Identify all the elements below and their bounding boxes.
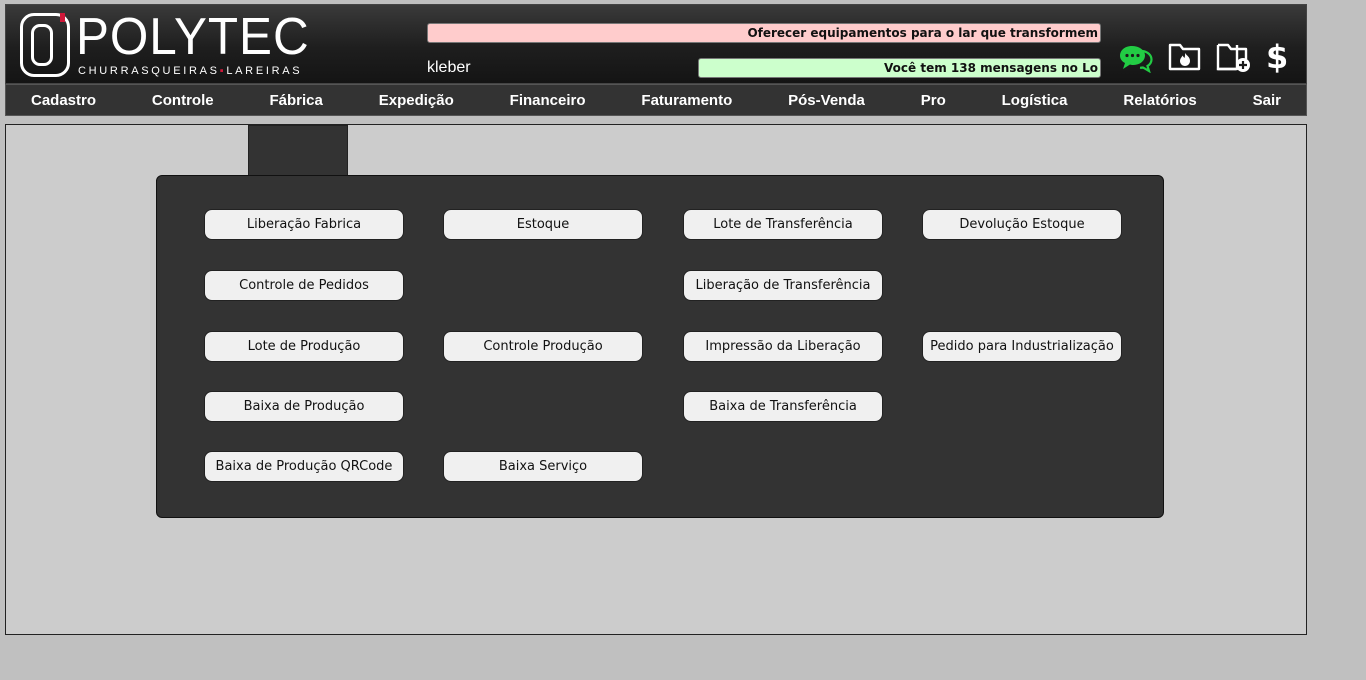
lote-producao-button[interactable]: Lote de Produção xyxy=(204,331,404,362)
nav-item-relatorios[interactable]: Relatórios xyxy=(1123,92,1196,109)
baixa-transferencia-button[interactable]: Baixa de Transferência xyxy=(683,391,883,422)
main-nav: Cadastro Controle Fábrica Expedição Fina… xyxy=(5,84,1307,116)
mission-ticker: Oferecer equipamentos para o lar que tra… xyxy=(427,23,1101,43)
baixa-producao-qrcode-button[interactable]: Baixa de Produção QRCode xyxy=(204,451,404,482)
nav-item-logistica[interactable]: Logística xyxy=(1002,92,1068,109)
nav-item-fabrica[interactable]: Fábrica xyxy=(269,92,322,109)
logo-tagline-left: CHURRASQUEIRAS xyxy=(78,65,220,77)
submenu-tab xyxy=(248,125,348,177)
liberacao-fabrica-button[interactable]: Liberação Fabrica xyxy=(204,209,404,240)
controle-producao-button[interactable]: Controle Produção xyxy=(443,331,643,362)
logo-tagline: CHURRASQUEIRAS▪LAREIRAS xyxy=(78,65,302,77)
liberacao-transferencia-button[interactable]: Liberação de Transferência xyxy=(683,270,883,301)
content-area: Liberação Fabrica Estoque Lote de Transf… xyxy=(5,124,1307,635)
header-bar: POLYTEC CHURRASQUEIRAS▪LAREIRAS Oferecer… xyxy=(5,4,1307,84)
devolucao-estoque-button[interactable]: Devolução Estoque xyxy=(922,209,1122,240)
baixa-servico-button[interactable]: Baixa Serviço xyxy=(443,451,643,482)
estoque-button[interactable]: Estoque xyxy=(443,209,643,240)
lote-transferencia-button[interactable]: Lote de Transferência xyxy=(683,209,883,240)
folder-flame-icon[interactable] xyxy=(1168,41,1202,75)
chat-icon[interactable] xyxy=(1118,43,1154,77)
logo-mark-icon xyxy=(20,13,70,77)
messages-ticker[interactable]: Você tem 138 mensagens no Lo xyxy=(698,58,1101,78)
logo-tagline-right: LAREIRAS xyxy=(226,65,303,77)
pedido-industrializacao-button[interactable]: Pedido para Industrialização xyxy=(922,331,1122,362)
nav-item-financeiro[interactable]: Financeiro xyxy=(510,92,586,109)
impressao-liberacao-button[interactable]: Impressão da Liberação xyxy=(683,331,883,362)
logo-brand-text: POLYTEC xyxy=(76,8,310,66)
folder-add-icon[interactable] xyxy=(1216,41,1252,77)
nav-item-faturamento[interactable]: Faturamento xyxy=(641,92,732,109)
nav-item-pos-venda[interactable]: Pós-Venda xyxy=(788,92,865,109)
username-label: kleber xyxy=(427,59,471,76)
controle-pedidos-button[interactable]: Controle de Pedidos xyxy=(204,270,404,301)
fabrica-menu-panel: Liberação Fabrica Estoque Lote de Transf… xyxy=(156,175,1164,518)
dollar-icon[interactable]: $ xyxy=(1266,39,1288,75)
nav-item-expedicao[interactable]: Expedição xyxy=(379,92,454,109)
baixa-producao-button[interactable]: Baixa de Produção xyxy=(204,391,404,422)
nav-item-sair[interactable]: Sair xyxy=(1253,92,1281,109)
nav-item-controle[interactable]: Controle xyxy=(152,92,214,109)
polytec-logo[interactable]: POLYTEC CHURRASQUEIRAS▪LAREIRAS xyxy=(18,8,328,81)
nav-item-cadastro[interactable]: Cadastro xyxy=(31,92,96,109)
nav-item-pro[interactable]: Pro xyxy=(921,92,946,109)
